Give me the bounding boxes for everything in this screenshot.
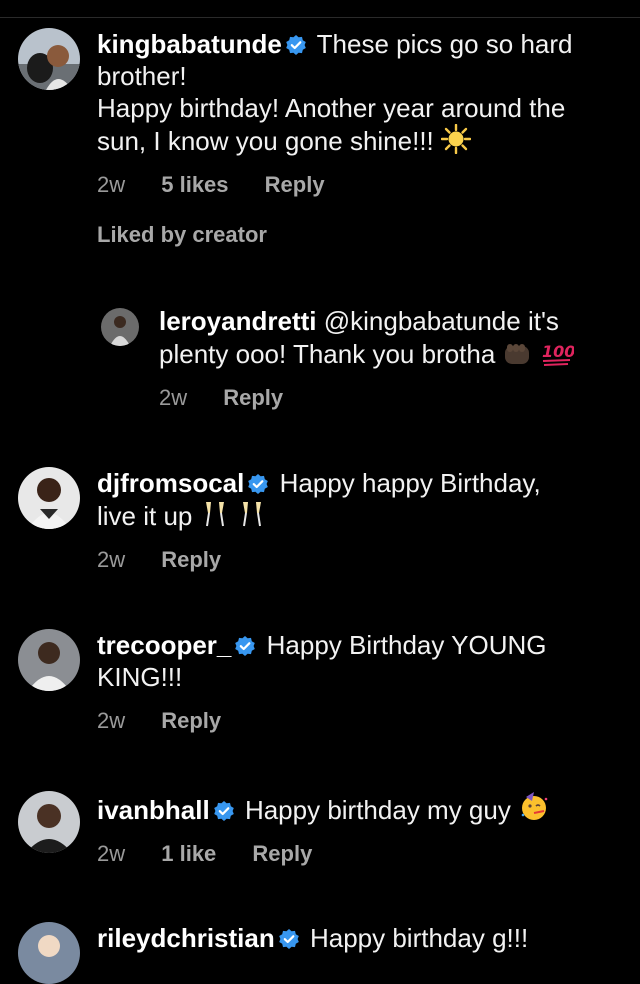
comment-text: Happy happy Birthday, — [279, 468, 541, 498]
comment-username[interactable]: djfromsocal — [97, 468, 244, 498]
verified-badge-icon — [286, 35, 306, 55]
reply-button[interactable]: Reply — [265, 172, 325, 197]
reply-button[interactable]: Reply — [161, 708, 221, 733]
comment-text: Happy birthday my guy — [244, 795, 511, 825]
comment-time: 2w — [97, 547, 126, 572]
comment-text: Happy birthday g!!! — [309, 923, 529, 953]
comment-username[interactable]: kingbabatunde — [97, 29, 282, 59]
comment-username[interactable]: leroyandretti — [159, 306, 317, 336]
comment-text: KING!!! — [97, 662, 183, 692]
comment-text: plenty ooo! Thank you brotha — [159, 339, 496, 369]
comment-username[interactable]: rileydchristian — [97, 923, 275, 953]
sun-icon — [441, 124, 472, 154]
reply-button[interactable]: Reply — [252, 841, 312, 866]
champagne-glasses-icon — [237, 499, 267, 529]
partying-face-icon — [518, 791, 550, 823]
comment-time: 2w — [159, 385, 188, 410]
comment-likes[interactable]: 1 like — [161, 841, 216, 866]
comment-time: 2w — [97, 708, 126, 733]
verified-badge-icon — [213, 801, 234, 821]
comment-username[interactable]: ivanbhall — [97, 795, 210, 825]
comment-likes[interactable]: 5 likes — [161, 172, 228, 197]
verified-badge-icon — [235, 636, 256, 656]
top-divider — [0, 17, 640, 18]
verified-badge-icon — [248, 474, 269, 494]
comment-meta: 2w Reply — [159, 384, 626, 412]
champagne-glasses-icon — [200, 499, 230, 529]
comment-meta: 2w 1 like Reply — [97, 840, 626, 868]
comment-meta: 2w 5 likes Reply — [97, 171, 626, 199]
comment-meta: 2w Reply — [97, 707, 626, 735]
comment-time: 2w — [97, 172, 126, 197]
comment-time: 2w — [97, 841, 126, 866]
comment-meta: 2w Reply — [97, 546, 626, 574]
hundred-icon: 100 — [540, 337, 574, 367]
reply-button[interactable]: Reply — [223, 385, 283, 410]
avatar[interactable] — [18, 791, 80, 853]
comment-text: These pics go so hard — [316, 29, 573, 59]
fist-icon — [503, 341, 533, 367]
mention-link[interactable]: @kingbabatunde — [324, 306, 521, 336]
avatar[interactable] — [101, 308, 139, 346]
reply-button[interactable]: Reply — [161, 547, 221, 572]
avatar[interactable] — [18, 629, 80, 691]
verified-badge-icon — [278, 929, 299, 949]
comment-text: live it up — [97, 501, 193, 531]
avatar[interactable] — [18, 467, 80, 529]
liked-by-creator: Liked by creator — [97, 222, 267, 247]
avatar[interactable] — [18, 28, 80, 90]
comment-text: sun, I know you gone shine!!! — [97, 126, 434, 156]
comment-text: brother! — [97, 61, 187, 91]
svg-text:100: 100 — [542, 342, 574, 361]
comment-username[interactable]: trecooper_ — [97, 630, 231, 660]
avatar[interactable] — [18, 922, 80, 984]
comment-text: Happy birthday! Another year around the — [97, 93, 566, 123]
comment-text: it's — [527, 306, 559, 336]
comment-text: Happy Birthday YOUNG — [266, 630, 547, 660]
